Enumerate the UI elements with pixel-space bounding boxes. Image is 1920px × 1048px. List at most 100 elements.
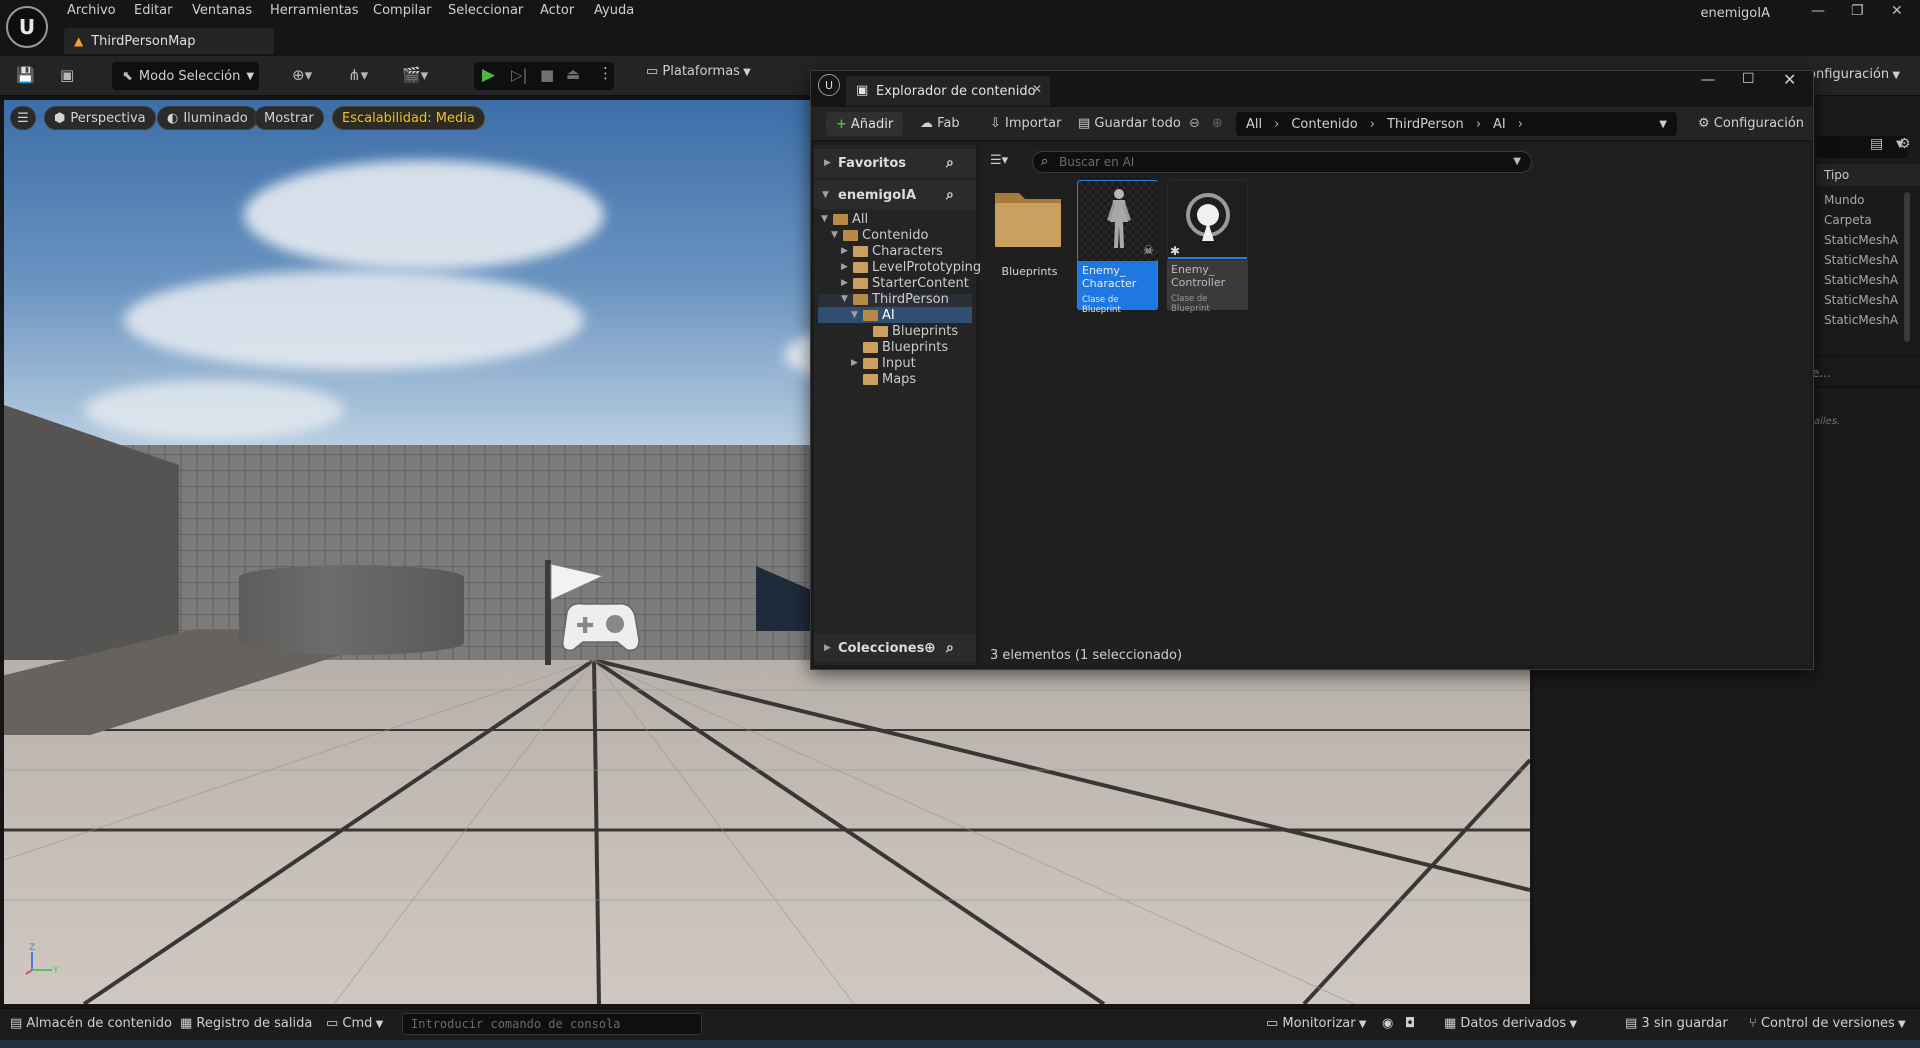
stop-icon[interactable]: ■ xyxy=(540,66,554,84)
unsaved-button[interactable]: ▤ 3 sin guardar xyxy=(1625,1016,1728,1031)
asset-tile-folder[interactable]: Blueprints xyxy=(988,180,1069,310)
menu-seleccionar[interactable]: Seleccionar xyxy=(448,3,523,18)
search-icon[interactable]: ⌕ xyxy=(946,155,954,171)
outliner-row-type[interactable]: Mundo xyxy=(1824,193,1865,207)
play-icon[interactable]: ▶ xyxy=(482,65,495,85)
chevron-down-icon[interactable]: ▼ xyxy=(1659,119,1667,130)
add-collection-icon[interactable]: ⊕ xyxy=(924,640,936,656)
tree-item-levelprototyping[interactable]: ▶ LevelPrototyping xyxy=(841,259,981,275)
save-icon[interactable]: 💾 xyxy=(16,66,35,84)
outliner-filter[interactable] xyxy=(1816,136,1908,158)
outliner-scrollbar[interactable] xyxy=(1904,192,1910,342)
close-tab-icon[interactable]: ✕ xyxy=(1032,82,1042,96)
scalability-button[interactable]: Escalabilidad: Media xyxy=(332,106,485,130)
save-all-button[interactable]: ▤ Guardar todo xyxy=(1078,116,1181,131)
project-header[interactable]: ▼ enemigoIA ⌕ xyxy=(814,181,976,209)
breadcrumb-thirdperson[interactable]: ThirdPerson xyxy=(1387,117,1464,132)
tree-item-blueprints[interactable]: Blueprints xyxy=(851,339,948,355)
chevron-down-icon[interactable]: ▼ xyxy=(1513,156,1521,167)
menu-editar[interactable]: Editar xyxy=(134,3,173,18)
unreal-logo-icon[interactable]: U xyxy=(6,6,48,48)
tree-label: Contenido xyxy=(862,227,929,243)
outliner-row-type[interactable]: StaticMeshA xyxy=(1824,273,1898,287)
menu-herramientas[interactable]: Herramientas xyxy=(270,3,359,18)
asset-tile-enemy-controller[interactable]: ✱ Enemy_ Controller Clase de Blueprint xyxy=(1167,180,1248,314)
viewport-menu-button[interactable]: ☰ xyxy=(10,106,36,130)
level-tab[interactable]: ▲ ThirdPersonMap xyxy=(64,28,274,54)
menu-ayuda[interactable]: Ayuda xyxy=(594,3,634,18)
cinematics-icon[interactable]: 🎬▾ xyxy=(402,66,428,84)
lit-button[interactable]: ◐ Iluminado xyxy=(157,106,258,130)
cmd-dropdown[interactable]: ▭ Cmd ▼ xyxy=(326,1016,383,1031)
gear-icon[interactable]: ⚙ xyxy=(1898,136,1911,152)
close-icon[interactable]: ✕ xyxy=(1891,3,1903,19)
collections-header[interactable]: ▶ Colecciones ⊕ ⌕ xyxy=(814,634,976,662)
breadcrumb-all[interactable]: All xyxy=(1246,117,1262,132)
console-input[interactable]: Introducir comando de consola xyxy=(402,1013,702,1035)
breadcrumb-contenido[interactable]: Contenido xyxy=(1291,117,1357,132)
fab-button[interactable]: ☁ Fab xyxy=(920,116,960,131)
minimize-icon[interactable]: — xyxy=(1701,72,1715,88)
tree-item-all[interactable]: ▼ All xyxy=(821,211,868,227)
restore-icon[interactable]: ❐ xyxy=(1851,3,1864,19)
outliner-row-type[interactable]: StaticMeshA xyxy=(1824,313,1898,327)
minimize-icon[interactable]: — xyxy=(1811,3,1825,19)
add-actor-icon[interactable]: ⊕▾ xyxy=(292,66,312,84)
tree-item-thirdperson[interactable]: ▼ ThirdPerson xyxy=(841,291,949,307)
blueprint-icon[interactable]: ⋔▾ xyxy=(348,66,368,84)
add-button[interactable]: + Añadir xyxy=(826,112,904,136)
settings-dropdown[interactable]: onfiguración ▼ xyxy=(1808,67,1900,82)
content-browser-icon[interactable]: ▣ xyxy=(60,66,74,84)
forward-icon[interactable]: ⊕ xyxy=(1212,116,1223,131)
monitor-dropdown[interactable]: ▭ Monitorizar ▼ xyxy=(1266,1016,1366,1031)
filter-icon[interactable]: ☰▾ xyxy=(990,153,1008,168)
output-log-label: Registro de salida xyxy=(196,1016,313,1031)
tree-item-input[interactable]: ▶ Input xyxy=(851,355,916,371)
add-folder-icon[interactable]: ▤ xyxy=(1870,136,1883,152)
step-icon[interactable]: ▷| xyxy=(511,66,528,84)
content-browser-tab[interactable]: ▣ Explorador de contenido ✕ xyxy=(846,76,1050,106)
maximize-icon[interactable]: ☐ xyxy=(1742,71,1755,87)
tree-item-characters[interactable]: ▶ Characters xyxy=(841,243,943,259)
eject-icon[interactable]: ⏏ xyxy=(566,65,580,83)
asset-tile-enemy-character[interactable]: ☠ Enemy_ Character Clase de Blueprint xyxy=(1077,180,1158,315)
outliner-row-type[interactable]: StaticMeshA xyxy=(1824,233,1898,247)
import-button[interactable]: ⇩ Importar xyxy=(990,116,1062,131)
cb-settings-button[interactable]: ⚙ Configuración xyxy=(1698,116,1804,131)
tree-item-ai-blueprints[interactable]: Blueprints xyxy=(861,323,958,339)
derived-data-dropdown[interactable]: ▦ Datos derivados ▼ xyxy=(1444,1016,1577,1031)
tree-item-maps[interactable]: Maps xyxy=(851,371,916,387)
menu-actor[interactable]: Actor xyxy=(540,3,574,18)
outliner-row-type[interactable]: StaticMeshA xyxy=(1824,253,1898,267)
breadcrumb-ai[interactable]: AI xyxy=(1493,117,1506,132)
search-icon[interactable]: ⌕ xyxy=(946,187,954,203)
menu-compilar[interactable]: Compilar xyxy=(373,3,431,18)
close-icon[interactable]: ✕ xyxy=(1783,70,1796,89)
tree-item-startercontent[interactable]: ▶ StarterContent xyxy=(841,275,969,291)
output-log-button[interactable]: ▦ Registro de salida xyxy=(180,1016,312,1031)
chevron-down-icon: ▼ xyxy=(1355,1019,1367,1030)
asset-search-input[interactable]: ⌕ Buscar en AI ▼ xyxy=(1032,151,1532,173)
search-icon[interactable]: ⌕ xyxy=(946,640,954,656)
menu-archivo[interactable]: Archivo xyxy=(67,3,116,18)
outliner-row-type[interactable]: StaticMeshA xyxy=(1824,293,1898,307)
folder-icon xyxy=(853,277,868,289)
mode-select-dropdown[interactable]: ⬉ Modo Selección ▼ xyxy=(112,62,259,90)
tree-item-contenido[interactable]: ▼ Contenido xyxy=(831,227,928,243)
folder-icon xyxy=(873,325,888,337)
player-start-icon[interactable]: ✚ xyxy=(539,560,649,670)
source-control-dropdown[interactable]: ⑂ Control de versiones ▼ xyxy=(1749,1016,1906,1031)
tree-item-ai[interactable]: ▼ AI xyxy=(851,307,895,323)
platforms-dropdown[interactable]: ▭ Plataformas ▼ xyxy=(646,64,751,79)
outliner-row-type[interactable]: Carpeta xyxy=(1824,213,1872,227)
show-button[interactable]: Mostrar xyxy=(254,106,324,130)
perspective-button[interactable]: ⬢ Perspectiva xyxy=(44,106,156,130)
more-options-icon[interactable]: ⋮ xyxy=(598,64,613,82)
favorites-header[interactable]: ▶ Favoritos ⌕ xyxy=(814,149,976,177)
screenshot-icon[interactable]: ◘ xyxy=(1405,1016,1415,1031)
back-icon[interactable]: ⊖ xyxy=(1189,116,1200,131)
type-column-header[interactable]: Tipo xyxy=(1824,168,1849,182)
menu-ventanas[interactable]: Ventanas xyxy=(192,3,252,18)
trace-icon[interactable]: ◉ xyxy=(1382,1016,1393,1031)
content-drawer-button[interactable]: ▤ Almacén de contenido xyxy=(10,1016,172,1031)
